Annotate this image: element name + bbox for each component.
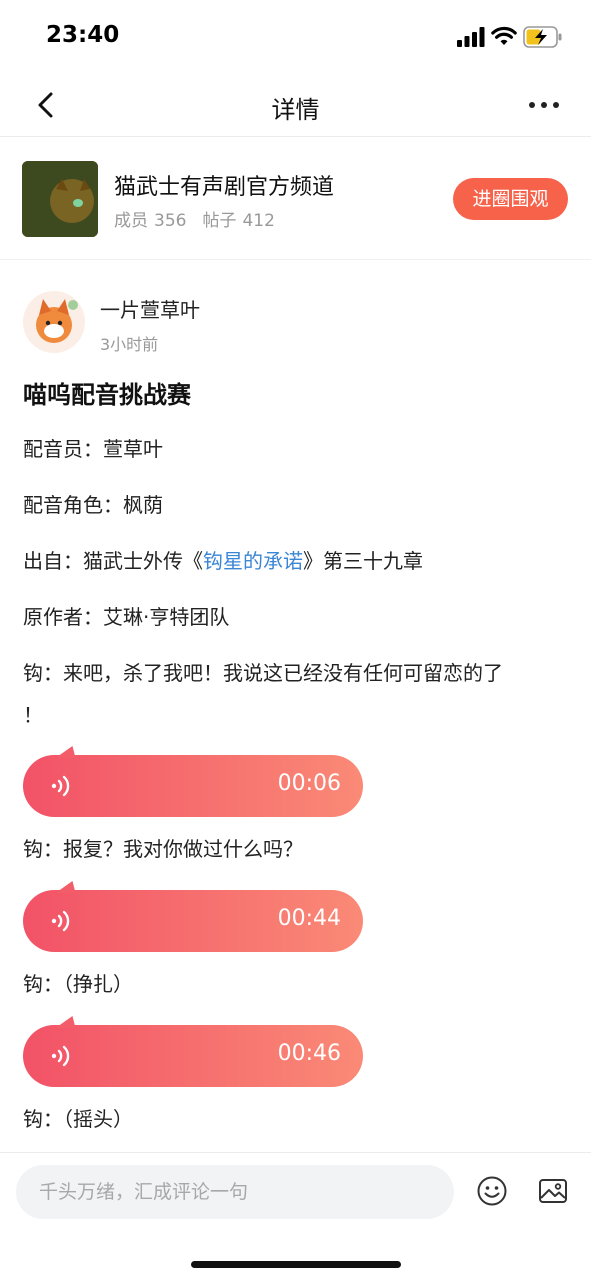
join-channel-button[interactable]: 进圈围观 — [453, 178, 568, 220]
more-options-icon[interactable] — [522, 90, 566, 120]
voice-bubble-tail — [55, 1016, 83, 1028]
channel-name[interactable]: 猫武士有声剧官方频道 — [114, 169, 334, 201]
post-title: 喵呜配音挑战赛 — [23, 381, 191, 409]
role-line: 配音角色：枫荫 — [23, 493, 163, 517]
dialogue-line-1: 钩：来吧，杀了我吧！我说这已经没有任何可留恋的了 — [23, 661, 503, 685]
voice-actor-line: 配音员：萱草叶 — [23, 437, 163, 461]
channel-stats: 成员 356 帖子 412 — [114, 206, 281, 231]
author-name[interactable]: 一片萱草叶 — [100, 294, 200, 323]
wifi-icon — [491, 26, 517, 45]
source-book-link[interactable]: 钩星的承诺 — [203, 549, 303, 573]
voice-bubble-tail — [55, 881, 83, 893]
dialogue-line-1-end: ！ — [23, 703, 43, 727]
image-upload-icon[interactable] — [537, 1175, 569, 1207]
channel-header[interactable]: 猫武士有声剧官方频道 成员 356 帖子 412 进圈围观 — [0, 137, 591, 260]
dialogue-line-2: 钩：报复？我对你做过什么吗？ — [23, 837, 303, 861]
emoji-icon[interactable] — [476, 1175, 508, 1207]
comment-input[interactable] — [16, 1165, 454, 1219]
voice-message-player[interactable]: 00:06 — [23, 746, 363, 817]
source-prefix: 出自：猫武士外传《 — [23, 549, 203, 573]
author-avatar[interactable] — [23, 291, 85, 353]
dialogue-line-4: 钩：（摇头） — [23, 1107, 133, 1131]
audio-wave-icon — [51, 910, 70, 932]
author-avatar-art — [23, 291, 85, 353]
dialogue-line-3: 钩：（挣扎） — [23, 972, 133, 996]
members-label: 成员 — [114, 211, 148, 231]
original-author-line: 原作者：艾琳·亨特团队 — [23, 605, 230, 629]
audio-wave-icon — [51, 1045, 70, 1067]
cellular-signal-icon — [457, 27, 485, 47]
audio-wave-icon — [51, 775, 70, 797]
voice-bubble-tail — [55, 746, 83, 758]
source-suffix: 》第三十九章 — [303, 549, 423, 573]
voice-message-player[interactable]: 00:44 — [23, 881, 363, 952]
channel-cover-art — [22, 161, 98, 237]
posts-label: 帖子 — [202, 211, 237, 231]
voice-message-player[interactable]: 00:46 — [23, 1016, 363, 1087]
home-indicator — [191, 1261, 401, 1268]
posts-count: 412 — [242, 211, 275, 231]
source-line: 出自：猫武士外传《钩星的承诺》第三十九章 — [23, 545, 423, 574]
channel-cover-image[interactable] — [22, 161, 98, 237]
battery-charging-icon — [523, 26, 562, 48]
members-count: 356 — [154, 211, 187, 231]
status-bar: 23:40 — [0, 0, 591, 76]
voice-duration: 00:06 — [277, 771, 341, 796]
comment-bar — [0, 1152, 591, 1281]
page-title: 详情 — [271, 96, 320, 124]
post-timestamp: 3小时前 — [100, 335, 159, 354]
status-time: 23:40 — [46, 22, 120, 48]
voice-duration: 00:46 — [277, 1041, 341, 1066]
navigation-bar: 详情 — [0, 76, 591, 137]
voice-duration: 00:44 — [277, 906, 341, 931]
